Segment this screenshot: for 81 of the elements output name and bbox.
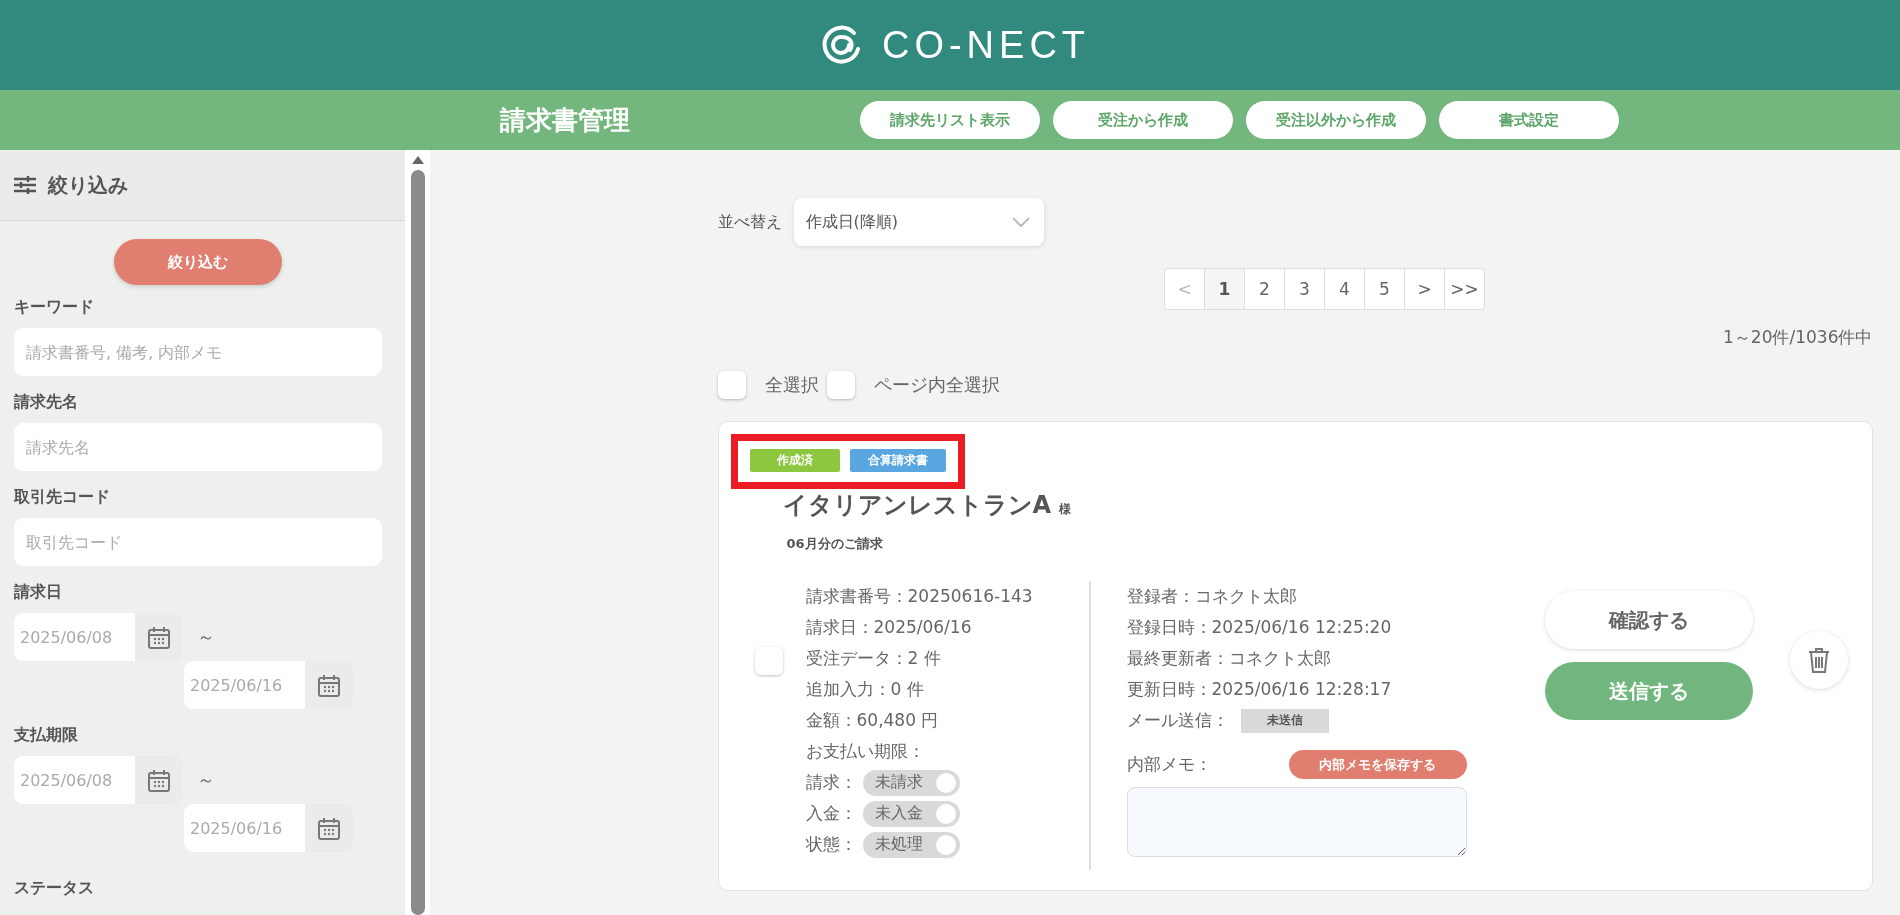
confirm-button[interactable]: 確認する: [1544, 591, 1753, 649]
calendar-button[interactable]: [305, 661, 353, 709]
status-tag: 作成済: [749, 449, 840, 472]
toggle-switch[interactable]: 未入金: [862, 800, 960, 827]
checkbox-label: ページ内全選択: [873, 373, 1000, 397]
detail-text: 受注データ：2 件: [805, 647, 942, 670]
sort-dropdown[interactable]: 作成日(降順): [793, 198, 1044, 246]
toggle-label: 請求：: [805, 771, 857, 794]
billing-period: 06月分のご請求: [786, 535, 884, 553]
page-title: 請求書管理: [500, 103, 631, 137]
text-field[interactable]: 取引先コード: [14, 518, 382, 566]
field-label: キーワード: [14, 297, 95, 318]
detail-text: 更新日時：2025/06/16 12:28:17: [1126, 678, 1393, 701]
memo-field[interactable]: [1126, 787, 1467, 857]
page-button[interactable]: 5: [1364, 268, 1405, 310]
calendar-icon: [146, 768, 172, 792]
toggle-switch[interactable]: 未請求: [862, 769, 960, 796]
scrollbar-thumb[interactable]: [410, 170, 425, 915]
field-label: ステータス: [14, 878, 95, 899]
toggle-label: 入金：: [805, 802, 857, 825]
text-field[interactable]: 請求書番号, 備考, 内部メモ: [14, 328, 382, 376]
result-count: 1～20件/1036件中: [1722, 326, 1873, 349]
checkbox[interactable]: [717, 371, 746, 399]
toolbar-button[interactable]: 受注から作成: [1053, 101, 1233, 139]
detail-text: 登録日時：2025/06/16 12:25:20: [1126, 616, 1393, 639]
field-label: 取引先コード: [14, 487, 111, 508]
toolbar-button[interactable]: 受注以外から作成: [1246, 101, 1426, 139]
calendar-button[interactable]: [305, 804, 353, 852]
checkbox-label: 全選択: [764, 373, 819, 397]
range-separator: ～: [197, 625, 215, 649]
detail-text: 追加入力：0 件: [805, 678, 925, 701]
delete-button[interactable]: [1789, 631, 1848, 689]
detail-text: 最終更新者：コネクト太郎: [1126, 647, 1332, 670]
sidebar-title: 絞り込み: [48, 171, 128, 199]
checkbox[interactable]: [754, 647, 783, 675]
detail-text: 金額：60,480 円: [805, 709, 940, 732]
brand-name: CO-NECT: [881, 23, 1091, 67]
filter-icon: [14, 176, 36, 194]
date-field[interactable]: 2025/06/16: [184, 804, 305, 852]
page-button[interactable]: 4: [1324, 268, 1365, 310]
calendar-icon: [316, 816, 342, 840]
date-field[interactable]: 2025/06/08: [14, 613, 135, 661]
field-label: 請求先名: [14, 392, 79, 413]
calendar-button[interactable]: [135, 613, 183, 661]
detail-text: お支払い期限：: [805, 740, 926, 763]
date-field[interactable]: 2025/06/08: [14, 756, 135, 804]
filter-button[interactable]: 絞り込む: [114, 239, 282, 285]
status-tag: 合算請求書: [849, 449, 946, 472]
toggle-switch[interactable]: 未処理: [862, 831, 960, 858]
send-button[interactable]: 送信する: [1544, 662, 1753, 720]
calendar-icon: [316, 673, 342, 697]
save-memo-button[interactable]: 内部メモを保存する: [1288, 750, 1467, 779]
field-label: 支払期限: [14, 725, 79, 746]
memo-label: 内部メモ：: [1126, 753, 1212, 776]
sort-label: 並べ替え: [717, 211, 782, 233]
page-button[interactable]: 1: [1204, 268, 1245, 310]
detail-text: 請求日：2025/06/16: [805, 616, 973, 639]
page-button[interactable]: >: [1404, 268, 1445, 310]
trash-icon: [1807, 647, 1830, 673]
text-field[interactable]: 請求先名: [14, 423, 382, 471]
page-button[interactable]: 2: [1244, 268, 1285, 310]
range-separator: ～: [197, 768, 215, 792]
detail-text: 登録者：コネクト太郎: [1126, 585, 1298, 608]
toolbar-button[interactable]: 書式設定: [1439, 101, 1619, 139]
calendar-button[interactable]: [135, 756, 183, 804]
calendar-icon: [146, 625, 172, 649]
mail-label: メール送信：: [1126, 709, 1229, 732]
toolbar-button[interactable]: 請求先リスト表示: [860, 101, 1040, 139]
date-field[interactable]: 2025/06/16: [184, 661, 305, 709]
page-button[interactable]: 3: [1284, 268, 1325, 310]
field-label: 請求日: [14, 582, 63, 603]
checkbox[interactable]: [826, 371, 855, 399]
detail-text: 請求書番号：20250616-143: [805, 585, 1034, 608]
status-badge: 未送信: [1240, 708, 1329, 733]
customer-name: イタリアンレストランA: [782, 490, 1052, 521]
toggle-label: 状態：: [805, 833, 857, 856]
chevron-down-icon: [1011, 217, 1030, 227]
scroll-up-icon: [411, 156, 424, 164]
page-button[interactable]: >>: [1444, 268, 1485, 310]
scrollbar[interactable]: [405, 150, 430, 915]
honorific: 様: [1059, 501, 1072, 518]
